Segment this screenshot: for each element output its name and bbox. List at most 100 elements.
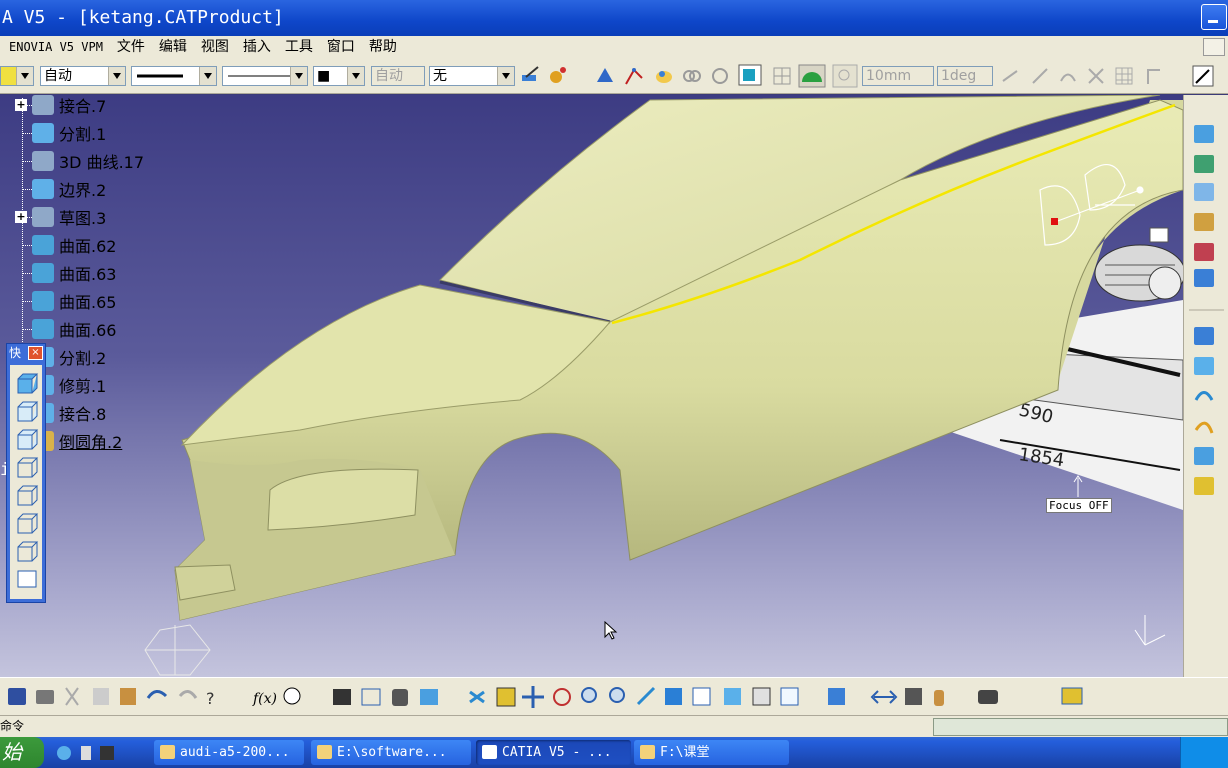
start-button[interactable]: 始 xyxy=(0,737,44,768)
car-body-model[interactable]: 1854 590 xyxy=(0,95,1183,677)
tree-item-label: 边界.2 xyxy=(59,181,107,200)
linetype-combo[interactable] xyxy=(131,66,217,86)
update-icon xyxy=(828,688,845,705)
view-mode-icon[interactable] xyxy=(738,64,764,88)
none-combo-value: 无 xyxy=(433,68,447,84)
inertia-icon xyxy=(934,690,944,706)
none-combo[interactable]: 无 xyxy=(429,66,515,86)
compass-icon[interactable] xyxy=(798,64,826,88)
lineweight-combo[interactable] xyxy=(222,66,308,86)
redo-icon xyxy=(178,690,198,699)
taskbar-item-software-folder[interactable]: E:\software... xyxy=(311,740,471,765)
paint-brush-icon[interactable] xyxy=(520,65,540,85)
axis-triad xyxy=(1134,615,1166,646)
tree-item[interactable]: 3D 曲线.17 xyxy=(32,148,144,174)
tree-connector xyxy=(22,161,32,162)
menu-enovia[interactable]: ENOVIA V5 VPM xyxy=(0,36,110,58)
tree-item-label: 曲面.62 xyxy=(59,237,117,256)
zoom-disabled-icon xyxy=(832,64,858,88)
whats-this-icon: ? xyxy=(206,689,215,708)
color-combo[interactable] xyxy=(0,66,34,86)
taskbar-item-catia[interactable]: CATIA V5 - ... xyxy=(476,740,631,765)
angle-field: 1deg xyxy=(937,66,993,86)
tree-item[interactable]: 接合.7 xyxy=(32,92,106,118)
bottom-view-icon xyxy=(17,541,39,562)
tree-item[interactable]: 曲面.62 xyxy=(32,232,116,258)
tree-item[interactable]: 曲面.66 xyxy=(32,316,116,342)
chain-icon[interactable] xyxy=(710,66,730,86)
curve-disabled-icon xyxy=(1060,73,1076,82)
point-style-combo[interactable]: ■ xyxy=(313,66,365,86)
measure-between-icon xyxy=(870,690,898,704)
quick-panel-header[interactable]: 快 × xyxy=(7,344,45,362)
chevron-down-icon xyxy=(290,67,307,85)
menu-tools[interactable]: 工具 xyxy=(278,36,320,58)
boundary-icon xyxy=(1194,391,1214,401)
pan-icon xyxy=(522,686,544,708)
feature-icon xyxy=(32,207,54,227)
translate-icon xyxy=(1194,447,1214,465)
right-view-icon xyxy=(17,485,39,506)
tree-connector xyxy=(22,189,32,190)
menu-insert[interactable]: 插入 xyxy=(236,36,278,58)
sketch-disabled-icon xyxy=(1147,69,1160,84)
command-input[interactable] xyxy=(933,718,1228,736)
shading-icon[interactable] xyxy=(654,66,674,86)
window-minimize-button[interactable] xyxy=(1201,4,1227,30)
front-view-icon xyxy=(17,401,39,422)
menu-view[interactable]: 视图 xyxy=(194,36,236,58)
back-view-icon xyxy=(17,429,39,450)
grid-snap-icon[interactable] xyxy=(772,66,792,86)
tree-item[interactable]: 曲面.65 xyxy=(32,288,116,314)
extrude-icon xyxy=(1194,125,1214,143)
tree-item[interactable]: 草图.3 xyxy=(32,204,106,230)
tree-item-label: 曲面.66 xyxy=(59,321,117,340)
feature-icon xyxy=(32,95,54,115)
axis-disabled-icon xyxy=(1002,70,1018,82)
formula-icon: f(x) xyxy=(252,691,277,707)
view-cube-icons xyxy=(17,373,39,588)
zoom-in-icon xyxy=(581,687,597,703)
command-prompt: 命令 xyxy=(0,719,25,733)
workbench-toolbar xyxy=(1183,95,1228,677)
spray-icon[interactable] xyxy=(548,65,568,85)
taskbar-item-ketang-folder[interactable]: F:\课堂 xyxy=(634,740,789,765)
save-icon xyxy=(8,688,26,705)
menu-help[interactable]: 帮助 xyxy=(362,36,404,58)
tree-connector xyxy=(22,133,32,134)
tree-item-label: 接合.7 xyxy=(59,97,107,116)
expand-icon[interactable]: + xyxy=(15,211,27,223)
tree-item[interactable]: 分割.1 xyxy=(32,120,106,146)
layer-icon xyxy=(1061,687,1083,705)
taskbar-item-image[interactable]: audi-a5-200... xyxy=(154,740,304,765)
quick-view-panel: 快 × xyxy=(6,343,46,603)
menu-edit[interactable]: 编辑 xyxy=(152,36,194,58)
tree-item-label: 草图.3 xyxy=(59,209,107,228)
edit-icon[interactable] xyxy=(1192,65,1214,87)
menu-file[interactable]: 文件 xyxy=(110,36,152,58)
menu-window[interactable]: 窗口 xyxy=(320,36,362,58)
menu-restore-button[interactable] xyxy=(1203,38,1225,56)
expand-icon[interactable]: + xyxy=(15,99,27,111)
link-icon[interactable] xyxy=(682,66,702,86)
hide-show-icon xyxy=(752,687,771,706)
catalog-icon xyxy=(420,689,438,705)
cut-icon xyxy=(65,687,79,706)
window-title: A V5 - [ketang.CATProduct] xyxy=(2,7,284,28)
measure-icon[interactable] xyxy=(624,66,644,86)
workbench-tool-icons xyxy=(1189,125,1224,495)
tree-item[interactable]: 曲面.63 xyxy=(32,260,116,286)
tree-item-label: 分割.2 xyxy=(59,349,107,368)
3d-viewport[interactable]: 1854 590 Focus OFF xyxy=(0,95,1183,677)
taskbar-item-label: E:\software... xyxy=(337,745,447,760)
fly-mode-icon[interactable] xyxy=(595,66,615,86)
standard-toolbar: ? f(x) xyxy=(0,677,1228,715)
feature-icon xyxy=(32,179,54,199)
auto-combo: 自动 xyxy=(371,66,425,86)
camera-icon xyxy=(978,690,998,704)
fill-icon xyxy=(1194,213,1214,231)
tree-item[interactable]: 边界.2 xyxy=(32,176,106,202)
layer-combo[interactable]: 自动 xyxy=(40,66,126,86)
measure-item-icon xyxy=(905,688,922,705)
close-icon[interactable]: × xyxy=(28,346,43,360)
